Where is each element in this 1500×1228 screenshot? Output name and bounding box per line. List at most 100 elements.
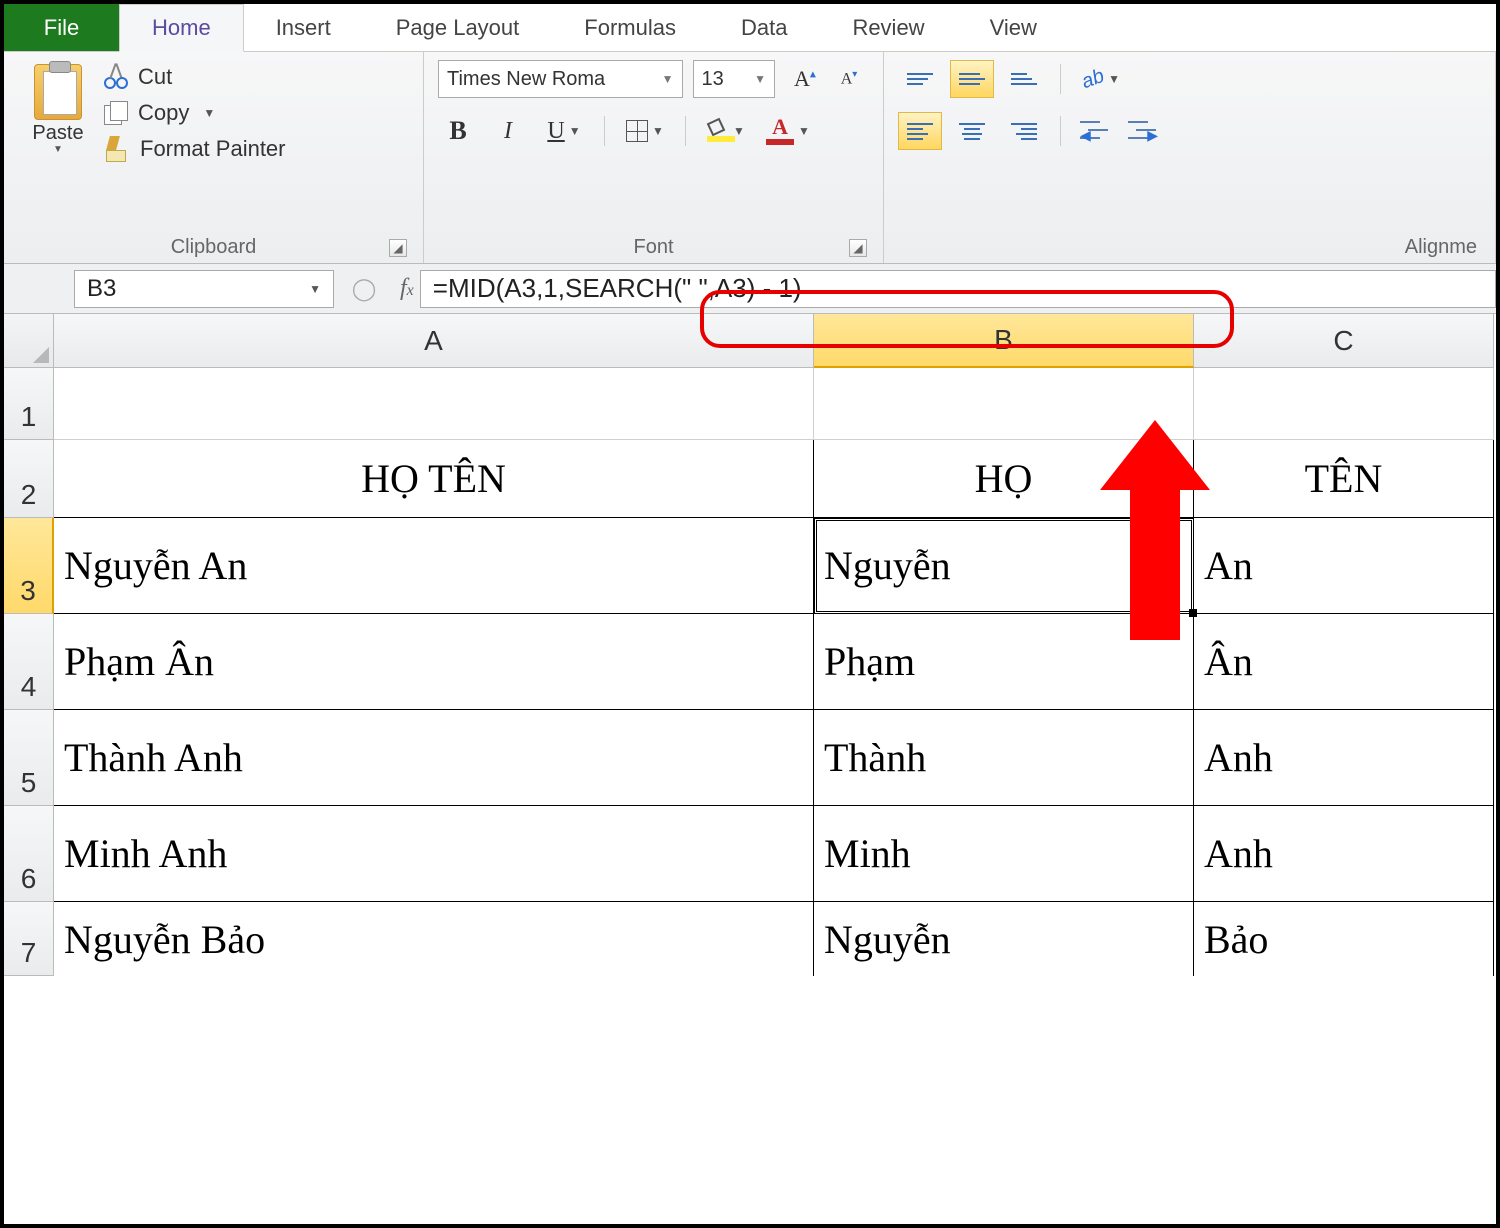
paste-icon bbox=[34, 64, 82, 120]
align-middle-button[interactable] bbox=[950, 60, 994, 98]
paste-label: Paste bbox=[32, 122, 83, 145]
name-box-value: B3 bbox=[87, 275, 116, 303]
align-left-button[interactable] bbox=[898, 112, 942, 150]
align-center-button[interactable] bbox=[950, 112, 994, 150]
cell-a6[interactable]: Minh Anh bbox=[54, 806, 814, 902]
cell-a2[interactable]: HỌ TÊN bbox=[54, 440, 814, 518]
paste-button[interactable]: Paste ▼ bbox=[18, 60, 98, 234]
increase-indent-button[interactable]: ▶ bbox=[1123, 112, 1163, 150]
select-all-corner[interactable] bbox=[4, 314, 54, 368]
cell-c5[interactable]: Anh bbox=[1194, 710, 1494, 806]
chevron-down-icon: ▼ bbox=[203, 106, 215, 120]
decrease-indent-icon: ◀ bbox=[1080, 119, 1110, 143]
name-box[interactable]: B3 ▼ bbox=[74, 270, 334, 308]
chevron-down-icon: ▼ bbox=[746, 72, 766, 86]
borders-button[interactable]: ▼ bbox=[619, 112, 671, 150]
font-size-value: 13 bbox=[702, 68, 724, 91]
ribbon: Paste ▼ Cut Copy ▼ Format Painter bbox=[4, 52, 1496, 264]
row-head-1[interactable]: 1 bbox=[4, 368, 54, 440]
font-color-icon: A bbox=[766, 117, 794, 145]
format-painter-label: Format Painter bbox=[140, 136, 286, 162]
cell-c4[interactable]: Ân bbox=[1194, 614, 1494, 710]
row-head-2[interactable]: 2 bbox=[4, 440, 54, 518]
cell-c2[interactable]: TÊN bbox=[1194, 440, 1494, 518]
brush-icon bbox=[104, 136, 130, 162]
row-head-3[interactable]: 3 bbox=[4, 518, 54, 614]
grow-font-icon: A▴ bbox=[794, 66, 816, 92]
formula-bar[interactable]: =MID(A3,1,SEARCH(" ",A3) - 1) bbox=[420, 270, 1496, 308]
cell-b2[interactable]: HỌ bbox=[814, 440, 1194, 518]
fill-bucket-icon bbox=[707, 120, 729, 142]
row-head-7[interactable]: 7 bbox=[4, 902, 54, 976]
tab-page-layout[interactable]: Page Layout bbox=[364, 4, 553, 51]
fx-icon[interactable]: fx bbox=[394, 275, 420, 302]
ribbon-tabs: File Home Insert Page Layout Formulas Da… bbox=[4, 4, 1496, 52]
orientation-button[interactable]: ab▼ bbox=[1075, 60, 1127, 98]
copy-icon bbox=[104, 101, 128, 125]
chevron-down-icon: ▼ bbox=[652, 124, 664, 138]
shrink-font-button[interactable]: A▾ bbox=[829, 60, 869, 98]
cell-b3[interactable]: Nguyễn bbox=[814, 518, 1194, 614]
cell-c3[interactable]: An bbox=[1194, 518, 1494, 614]
borders-icon bbox=[626, 120, 648, 142]
scissors-icon bbox=[104, 65, 128, 89]
tab-insert[interactable]: Insert bbox=[244, 4, 364, 51]
group-label-clipboard: Clipboard ◢ bbox=[18, 234, 409, 259]
font-color-button[interactable]: A▼ bbox=[762, 112, 814, 150]
font-name-value: Times New Roma bbox=[447, 68, 605, 91]
cell-b5[interactable]: Thành bbox=[814, 710, 1194, 806]
cell-c7[interactable]: Bảo bbox=[1194, 902, 1494, 976]
row-head-6[interactable]: 6 bbox=[4, 806, 54, 902]
decrease-indent-button[interactable]: ◀ bbox=[1075, 112, 1115, 150]
cut-button[interactable]: Cut bbox=[104, 64, 286, 90]
col-head-a[interactable]: A bbox=[54, 314, 814, 368]
tab-review[interactable]: Review bbox=[820, 4, 957, 51]
increase-indent-icon: ▶ bbox=[1128, 119, 1158, 143]
group-label-alignment: Alignme bbox=[898, 234, 1481, 259]
chevron-down-icon: ▼ bbox=[569, 124, 581, 138]
spreadsheet-grid: A B C 1 2 HỌ TÊN HỌ TÊN 3 Nguyễn An Nguy… bbox=[4, 314, 1496, 976]
align-right-button[interactable] bbox=[1002, 112, 1046, 150]
col-head-b[interactable]: B bbox=[814, 314, 1194, 368]
align-top-button[interactable] bbox=[898, 60, 942, 98]
cell-a1[interactable] bbox=[54, 368, 814, 440]
shrink-font-icon: A▾ bbox=[841, 69, 858, 88]
cell-a3[interactable]: Nguyễn An bbox=[54, 518, 814, 614]
fill-color-button[interactable]: ▼ bbox=[700, 112, 752, 150]
dialog-launcher-icon[interactable]: ◢ bbox=[389, 239, 407, 257]
align-bottom-button[interactable] bbox=[1002, 60, 1046, 98]
cell-a5[interactable]: Thành Anh bbox=[54, 710, 814, 806]
cell-b4[interactable]: Phạm bbox=[814, 614, 1194, 710]
font-size-combo[interactable]: 13 ▼ bbox=[693, 60, 775, 98]
copy-button[interactable]: Copy ▼ bbox=[104, 100, 286, 126]
cell-b6[interactable]: Minh bbox=[814, 806, 1194, 902]
grow-font-button[interactable]: A▴ bbox=[785, 60, 825, 98]
bold-icon: B bbox=[449, 116, 466, 146]
chevron-down-icon: ▼ bbox=[53, 145, 63, 155]
tab-home[interactable]: Home bbox=[119, 4, 244, 52]
cell-a7[interactable]: Nguyễn Bảo bbox=[54, 902, 814, 976]
bold-button[interactable]: B bbox=[438, 112, 478, 150]
cell-b1[interactable] bbox=[814, 368, 1194, 440]
row-head-4[interactable]: 4 bbox=[4, 614, 54, 710]
row-head-5[interactable]: 5 bbox=[4, 710, 54, 806]
chevron-down-icon: ▼ bbox=[309, 282, 321, 296]
dialog-launcher-icon[interactable]: ◢ bbox=[849, 239, 867, 257]
tab-file[interactable]: File bbox=[4, 4, 119, 51]
col-head-c[interactable]: C bbox=[1194, 314, 1494, 368]
font-name-combo[interactable]: Times New Roma ▼ bbox=[438, 60, 683, 98]
formula-value: =MID(A3,1,SEARCH(" ",A3) - 1) bbox=[433, 273, 802, 304]
tab-view[interactable]: View bbox=[958, 4, 1070, 51]
fx-spacer: ◯ bbox=[334, 276, 394, 302]
cell-c6[interactable]: Anh bbox=[1194, 806, 1494, 902]
cell-c1[interactable] bbox=[1194, 368, 1494, 440]
cell-a4[interactable]: Phạm Ân bbox=[54, 614, 814, 710]
cell-b7[interactable]: Nguyễn bbox=[814, 902, 1194, 976]
tab-formulas[interactable]: Formulas bbox=[552, 4, 709, 51]
orientation-icon: ab bbox=[1079, 64, 1108, 93]
tab-data[interactable]: Data bbox=[709, 4, 820, 51]
underline-button[interactable]: U▼ bbox=[538, 112, 590, 150]
italic-button[interactable]: I bbox=[488, 112, 528, 150]
group-label-font: Font ◢ bbox=[438, 234, 869, 259]
format-painter-button[interactable]: Format Painter bbox=[104, 136, 286, 162]
